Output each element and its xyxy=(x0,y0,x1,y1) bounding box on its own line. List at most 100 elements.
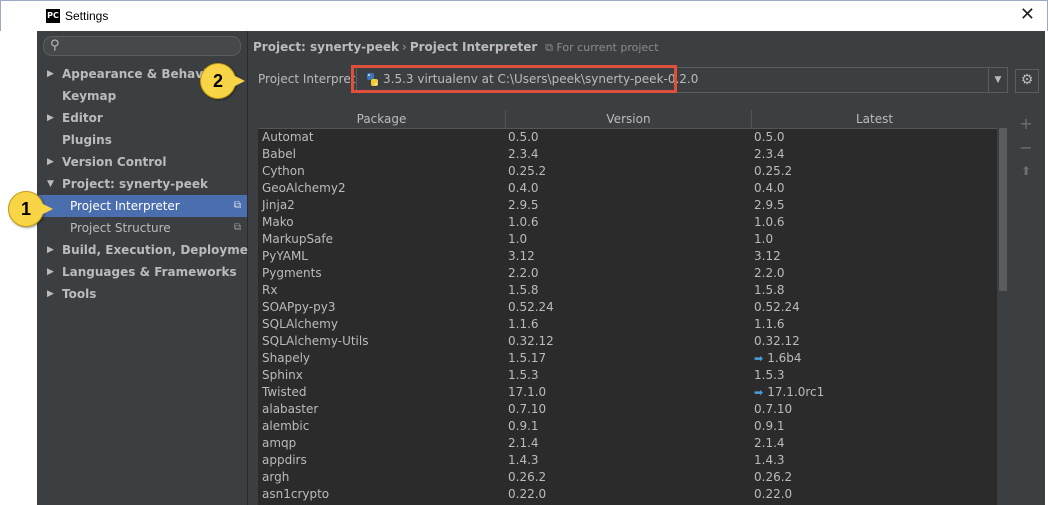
package-latest-cell: 0.32.12 xyxy=(754,333,800,350)
copy-icon: ⧉ xyxy=(233,200,241,211)
collapsed-arrow-icon[interactable]: ▶ xyxy=(47,151,54,173)
package-latest-cell: 1.1.6 xyxy=(754,316,785,333)
settings-search-input[interactable]: ⚲ xyxy=(43,36,241,56)
package-latest-cell: 2.9.5 xyxy=(754,197,785,214)
add-package-button[interactable]: + xyxy=(1011,114,1041,133)
package-latest-cell: 2.2.0 xyxy=(754,265,785,282)
expanded-arrow-icon[interactable]: ▼ xyxy=(47,173,54,195)
sidebar-item[interactable]: Project Structure ⧉ xyxy=(37,217,247,239)
table-row[interactable]: Twisted 17.1.0 ➡ 17.1.0rc1 xyxy=(258,384,997,401)
table-row[interactable]: Pygments 2.2.0 2.2.0 xyxy=(258,265,997,282)
collapsed-arrow-icon[interactable]: ▶ xyxy=(47,63,54,85)
interpreter-select[interactable]: 3.5.3 virtualenv at C:\Users\peek\synert… xyxy=(356,67,1008,93)
package-version-cell: 0.52.24 xyxy=(508,299,554,316)
table-row[interactable]: SQLAlchemy-Utils 0.32.12 0.32.12 xyxy=(258,333,997,350)
sidebar-item[interactable]: ▶ Tools xyxy=(37,283,247,305)
package-name-cell-text: appdirs xyxy=(262,453,307,467)
column-header-package[interactable]: Package xyxy=(258,110,506,128)
table-row[interactable]: amqp 2.1.4 2.1.4 xyxy=(258,435,997,452)
package-name-cell: Cython xyxy=(262,163,305,180)
column-header-version[interactable]: Version xyxy=(506,110,752,128)
package-latest-cell-text: 0.4.0 xyxy=(754,181,785,195)
package-name-cell-text: SOAPpy-py3 xyxy=(262,300,336,314)
table-row[interactable]: argh 0.26.2 0.26.2 xyxy=(258,469,997,486)
table-row[interactable]: GeoAlchemy2 0.4.0 0.4.0 xyxy=(258,180,997,197)
package-version-cell-text: 0.26.2 xyxy=(508,470,547,484)
table-row[interactable]: SOAPpy-py3 0.52.24 0.52.24 xyxy=(258,299,997,316)
table-row[interactable]: asn1crypto 0.22.0 0.22.0 xyxy=(258,486,997,503)
chevron-down-icon[interactable]: ▼ xyxy=(988,68,1007,92)
collapsed-arrow-icon[interactable]: ▶ xyxy=(47,283,54,305)
table-row[interactable]: Cython 0.25.2 0.25.2 xyxy=(258,163,997,180)
sidebar-item[interactable]: ▶ Languages & Frameworks xyxy=(37,261,247,283)
sidebar-item[interactable]: Plugins xyxy=(37,129,247,151)
table-row[interactable]: alembic 0.9.1 0.9.1 xyxy=(258,418,997,435)
table-row[interactable]: Automat 0.5.0 0.5.0 xyxy=(258,129,997,146)
package-version-cell-text: 1.5.3 xyxy=(508,368,539,382)
breadcrumb-project: Project: synerty-peek xyxy=(253,40,399,54)
collapsed-arrow-icon[interactable]: ▶ xyxy=(47,239,54,261)
package-name-cell: appdirs xyxy=(262,452,307,469)
remove-package-button[interactable]: − xyxy=(1011,138,1041,157)
package-name-cell: SQLAlchemy-Utils xyxy=(262,333,368,350)
package-latest-cell: 1.5.3 xyxy=(754,367,785,384)
table-row[interactable]: Rx 1.5.8 1.5.8 xyxy=(258,282,997,299)
package-version-cell: 1.0.6 xyxy=(508,214,539,231)
collapsed-arrow-icon[interactable]: ▶ xyxy=(47,107,54,129)
column-header-latest[interactable]: Latest xyxy=(752,110,997,128)
package-toolbar: + − ⬆ xyxy=(1011,110,1041,505)
gear-icon[interactable]: ⚙ xyxy=(1015,69,1039,93)
table-row[interactable]: MarkupSafe 1.0 1.0 xyxy=(258,231,997,248)
package-version-cell-text: 2.2.0 xyxy=(508,266,539,280)
package-version-cell-text: 2.1.4 xyxy=(508,436,539,450)
upgrade-package-button[interactable]: ⬆ xyxy=(1011,164,1041,178)
package-latest-cell: 0.52.24 xyxy=(754,299,800,316)
package-name-cell: alabaster xyxy=(262,401,318,418)
table-row[interactable]: Babel 2.3.4 2.3.4 xyxy=(258,146,997,163)
package-latest-cell: 0.26.2 xyxy=(754,469,792,486)
package-name-cell-text: Sphinx xyxy=(262,368,303,382)
table-row[interactable]: alabaster 0.7.10 0.7.10 xyxy=(258,401,997,418)
package-name-cell-text: argh xyxy=(262,470,290,484)
package-version-cell-text: 0.4.0 xyxy=(508,181,539,195)
package-version-cell: 0.32.12 xyxy=(508,333,554,350)
close-button[interactable]: ✕ xyxy=(1020,5,1035,25)
package-version-cell: 3.12 xyxy=(508,248,535,265)
sidebar-item-label: Languages & Frameworks xyxy=(62,265,237,279)
package-latest-cell-text: 2.2.0 xyxy=(754,266,785,280)
table-row[interactable]: Shapely 1.5.17 ➡ 1.6b4 xyxy=(258,350,997,367)
sidebar-item[interactable]: ▼ Project: synerty-peek xyxy=(37,173,247,195)
package-version-cell-text: 1.0 xyxy=(508,232,528,246)
scrollbar-thumb[interactable] xyxy=(999,128,1007,291)
collapsed-arrow-icon[interactable]: ▶ xyxy=(47,261,54,283)
python-icon xyxy=(367,73,378,86)
package-version-cell: 0.25.2 xyxy=(508,163,546,180)
settings-sidebar: ⚲ ▶ Appearance & Behavior Keymap ▶ Editor Plu… xyxy=(37,31,262,505)
package-latest-cell-text: 0.32.12 xyxy=(754,334,800,348)
package-version-cell: 1.5.17 xyxy=(508,350,546,367)
table-row[interactable]: appdirs 1.4.3 1.4.3 xyxy=(258,452,997,469)
table-row[interactable]: Mako 1.0.6 1.0.6 xyxy=(258,214,997,231)
package-name-cell: Mako xyxy=(262,214,294,231)
sidebar-item[interactable]: ▶ Version Control xyxy=(37,151,247,173)
callout-1: 1 xyxy=(8,191,53,227)
package-version-cell-text: 1.1.6 xyxy=(508,317,539,331)
table-row[interactable]: PyYAML 3.12 3.12 xyxy=(258,248,997,265)
pycharm-app-icon: PC xyxy=(46,9,60,23)
package-latest-cell: ➡ 1.6b4 xyxy=(754,350,802,367)
sidebar-item[interactable]: ▶ Build, Execution, Deployment xyxy=(37,239,262,261)
package-name-cell: PyYAML xyxy=(262,248,308,265)
table-row[interactable]: SQLAlchemy 1.1.6 1.1.6 xyxy=(258,316,997,333)
sidebar-item-label: Editor xyxy=(62,111,103,125)
for-current-project-label: For current project xyxy=(556,41,659,54)
table-row[interactable]: Sphinx 1.5.3 1.5.3 xyxy=(258,367,997,384)
breadcrumb: Project: synerty-peek › Project Interprete… xyxy=(253,40,659,55)
package-name-cell-text: alabaster xyxy=(262,402,319,416)
sidebar-item[interactable]: Project Interpreter ⧉ xyxy=(37,195,247,217)
package-name-cell: Twisted xyxy=(262,384,306,401)
sidebar-item[interactable]: ▶ Editor xyxy=(37,107,247,129)
outer-background-left xyxy=(0,31,37,505)
table-scrollbar[interactable] xyxy=(998,110,1008,505)
package-latest-cell-text: 0.26.2 xyxy=(754,470,793,484)
table-row[interactable]: Jinja2 2.9.5 2.9.5 xyxy=(258,197,997,214)
